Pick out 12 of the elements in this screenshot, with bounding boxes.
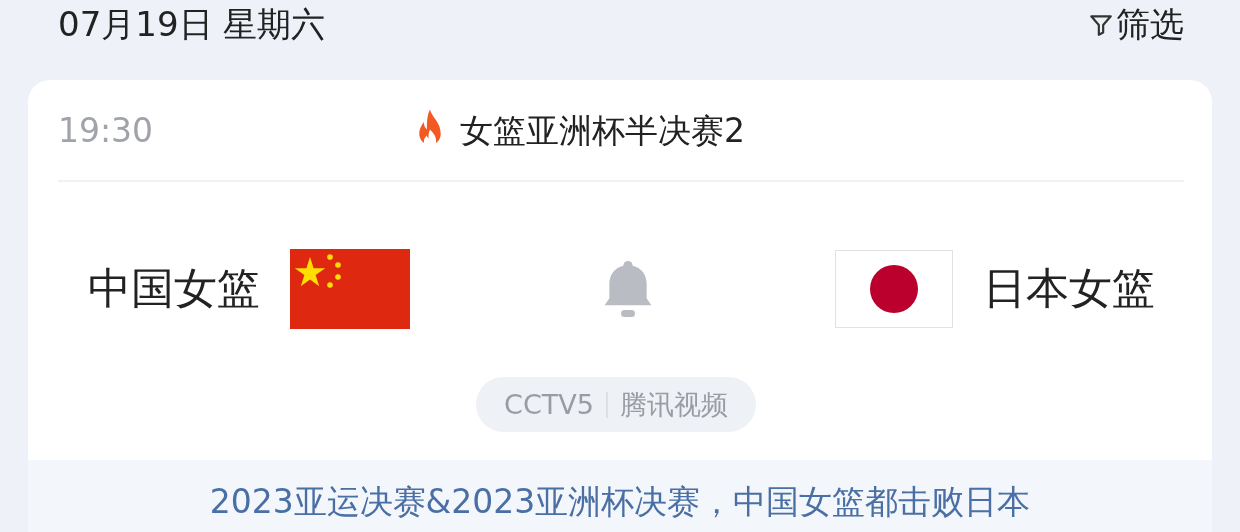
date-heading: 07月19日 星期六 — [58, 3, 326, 46]
filter-button[interactable]: 筛选 — [1088, 2, 1184, 48]
flag-icon — [290, 249, 410, 329]
match-title: 女篮亚洲杯半决赛2 — [460, 109, 745, 152]
flag-icon — [835, 250, 953, 328]
channel-name: 腾讯视频 — [619, 387, 728, 422]
note-text[interactable]: 2023亚运决赛&2023亚洲杯决赛，中国女篮都击败日本 — [209, 480, 1031, 532]
team-name: 日本女篮 — [983, 262, 1155, 315]
filter-icon — [1088, 12, 1114, 38]
team-name: 中国女篮 — [88, 262, 260, 315]
match-time: 19:30 — [58, 110, 154, 150]
channel-name: CCTV5 — [504, 389, 594, 420]
